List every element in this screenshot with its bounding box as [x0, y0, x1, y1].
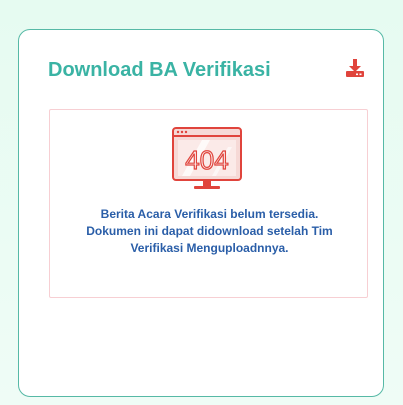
download-button[interactable]	[344, 57, 366, 79]
download-icon	[346, 59, 364, 77]
illustration-404-text: 404	[185, 145, 228, 175]
notice-line-3: Verifikasi Menguploadnnya.	[130, 241, 289, 255]
card-title: Download BA Verifikasi	[48, 59, 271, 81]
download-ba-card: Download BA Verifikasi 404 Berita Acara …	[18, 29, 384, 397]
error-404-icon: 404	[172, 127, 242, 189]
document-unavailable-notice: 404 Berita Acara Verifikasi belum tersed…	[49, 109, 368, 298]
notice-line-1: Berita Acara Verifikasi belum tersedia.	[100, 207, 319, 221]
notice-line-2: Dokumen ini dapat didownload setelah Tim	[86, 224, 333, 238]
notice-message: Berita Acara Verifikasi belum tersedia. …	[50, 206, 369, 257]
